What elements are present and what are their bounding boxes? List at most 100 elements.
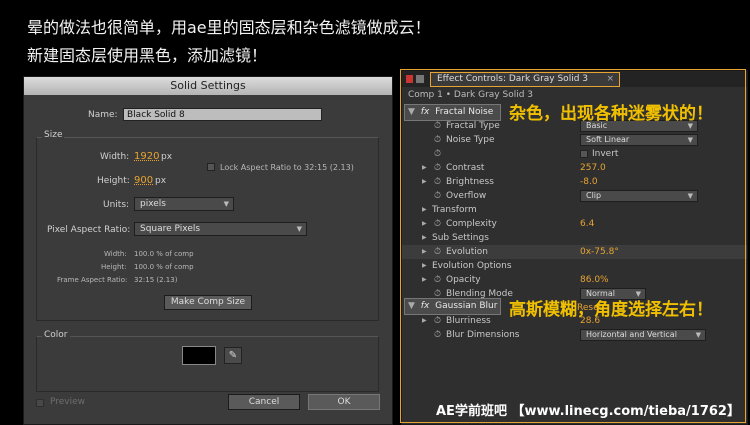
overflow-dropdown[interactable]: Clip ▼	[580, 190, 698, 202]
complexity-value[interactable]: 6.4	[580, 217, 594, 231]
par-value: Square Pixels	[140, 224, 201, 234]
info-height-label: Height:	[101, 263, 127, 271]
color-swatch[interactable]	[182, 346, 216, 365]
sub-settings-row[interactable]: ▶ Sub Settings	[402, 231, 747, 245]
name-label: Name:	[88, 110, 118, 120]
dialog-title: Solid Settings	[24, 77, 392, 95]
info-width-label: Width:	[104, 250, 127, 258]
info-far-value: 32:15 (2.13)	[134, 276, 178, 284]
stopwatch-icon[interactable]: ⏱	[434, 314, 441, 328]
blur-dimensions-label: Blur Dimensions	[446, 330, 520, 340]
lock-aspect-checkbox[interactable]	[207, 163, 215, 171]
complexity-row: ▶ ⏱ Complexity 6.4	[402, 217, 747, 231]
stopwatch-icon[interactable]: ⏱	[434, 189, 441, 203]
stopwatch-icon[interactable]: ⏱	[434, 273, 441, 287]
stopwatch-icon[interactable]: ⏱	[434, 217, 441, 231]
stopwatch-icon[interactable]: ⏱	[434, 119, 441, 133]
eyedropper-icon[interactable]: ✎	[224, 347, 242, 364]
sub-settings-label: Sub Settings	[432, 233, 489, 243]
opacity-value[interactable]: 86.0%	[580, 273, 609, 287]
info-width-value: 100.0 % of comp	[134, 250, 194, 258]
complexity-label: Complexity	[446, 219, 497, 229]
gaussian-blur-label: Gaussian Blur	[435, 301, 498, 311]
transform-label: Transform	[432, 205, 477, 215]
contrast-label: Contrast	[446, 163, 485, 173]
evolution-options-label: Evolution Options	[432, 261, 512, 271]
brightness-row: ▶ ⏱ Brightness -8.0	[402, 175, 747, 189]
par-dropdown[interactable]: Square Pixels ▼	[134, 222, 307, 236]
tab-close-icon[interactable]: ×	[606, 73, 614, 86]
color-group-label: Color	[42, 330, 70, 340]
noise-annotation: 杂色，出现各种迷雾状的！	[509, 104, 713, 124]
chevron-down-icon: ▼	[223, 200, 229, 208]
preview-checkbox[interactable]	[36, 399, 44, 407]
chevron-down-icon: ▼	[296, 225, 302, 233]
units-value: pixels	[140, 199, 166, 209]
transform-row[interactable]: ▶ Transform	[402, 203, 747, 217]
collapse-triangle-icon: ▼	[408, 301, 415, 311]
expand-triangle-icon[interactable]: ▶	[422, 259, 427, 273]
noise-type-value: Soft Linear	[586, 135, 630, 144]
height-value[interactable]: 900	[134, 175, 153, 186]
chevron-down-icon: ▼	[695, 331, 701, 339]
fractal-noise-label: Fractal Noise	[435, 107, 494, 117]
blur-dimensions-dropdown[interactable]: Horizontal and Vertical ▼	[580, 329, 706, 341]
noise-type-label: Noise Type	[446, 135, 495, 145]
preview-label: Preview	[50, 397, 86, 407]
expand-triangle-icon[interactable]: ▶	[422, 273, 427, 287]
contrast-value[interactable]: 257.0	[580, 161, 606, 175]
fx-icon: fx	[420, 301, 430, 311]
stopwatch-icon[interactable]: ⏱	[434, 175, 441, 189]
expand-triangle-icon[interactable]: ▶	[422, 245, 427, 259]
info-far-label: Frame Aspect Ratio:	[57, 276, 128, 284]
expand-triangle-icon[interactable]: ▶	[422, 203, 427, 217]
panel-icon	[416, 75, 424, 83]
chevron-down-icon: ▼	[687, 192, 693, 200]
watermark: AE学前班吧 【www.linecg.com/tieba/1762】	[436, 404, 740, 419]
units-dropdown[interactable]: pixels ▼	[134, 197, 234, 211]
gaussian-blur-header[interactable]: ▼ fx Gaussian Blur	[404, 298, 501, 315]
par-label: Pixel Aspect Ratio:	[47, 225, 131, 235]
name-input[interactable]: Black Solid 8	[123, 108, 322, 121]
noise-type-dropdown[interactable]: Soft Linear ▼	[580, 134, 698, 146]
stopwatch-icon[interactable]: ⏱	[434, 133, 441, 147]
fx-icon: fx	[420, 107, 430, 117]
blur-dimensions-value: Horizontal and Vertical	[586, 330, 677, 339]
invert-checkbox[interactable]	[580, 150, 588, 158]
invert-label: Invert	[592, 149, 619, 159]
opacity-row: ▶ ⏱ Opacity 86.0%	[402, 273, 747, 287]
units-label: Units:	[103, 200, 130, 210]
close-icon[interactable]	[406, 75, 413, 83]
expand-triangle-icon[interactable]: ▶	[422, 231, 427, 245]
tab-effect-controls[interactable]: Effect Controls: Dark Gray Solid 3 ×	[430, 72, 620, 87]
height-unit: px	[155, 176, 167, 186]
evolution-label: Evolution	[446, 247, 488, 257]
expand-triangle-icon[interactable]: ▶	[422, 175, 427, 189]
stopwatch-icon[interactable]: ⏱	[434, 161, 441, 175]
expand-triangle-icon[interactable]: ▶	[422, 161, 427, 175]
brightness-value[interactable]: -8.0	[580, 175, 598, 189]
fractal-type-label: Fractal Type	[446, 121, 500, 131]
info-height-value: 100.0 % of comp	[134, 263, 194, 271]
overflow-value: Clip	[586, 191, 602, 200]
width-unit: px	[161, 152, 173, 162]
height-label: Height:	[97, 176, 130, 186]
cancel-button[interactable]: Cancel	[228, 394, 300, 410]
ok-button[interactable]: OK	[308, 394, 380, 410]
stopwatch-icon[interactable]: ⏱	[434, 245, 441, 259]
expand-triangle-icon[interactable]: ▶	[422, 217, 427, 231]
stopwatch-icon[interactable]: ⏱	[434, 147, 441, 161]
caption-line-1: 晕的做法也很简单，用ae里的固态层和杂色滤镜做成云！	[27, 18, 431, 37]
width-value[interactable]: 1920	[134, 151, 159, 162]
brightness-label: Brightness	[446, 177, 494, 187]
make-comp-size-button[interactable]: Make Comp Size	[164, 295, 252, 310]
stopwatch-icon[interactable]: ⏱	[434, 328, 441, 342]
evolution-options-row[interactable]: ▶ Evolution Options	[402, 259, 747, 273]
expand-triangle-icon[interactable]: ▶	[422, 314, 427, 328]
solid-settings-dialog: Solid Settings Name: Black Solid 8 Size …	[23, 76, 393, 425]
evolution-value[interactable]: 0x-75.8°	[580, 245, 619, 259]
lock-aspect-label: Lock Aspect Ratio to 32:15 (2.13)	[220, 163, 354, 172]
chevron-down-icon: ▼	[687, 136, 693, 144]
evolution-row: ▶ ⏱ Evolution 0x-75.8°	[402, 245, 747, 259]
opacity-label: Opacity	[446, 275, 481, 285]
